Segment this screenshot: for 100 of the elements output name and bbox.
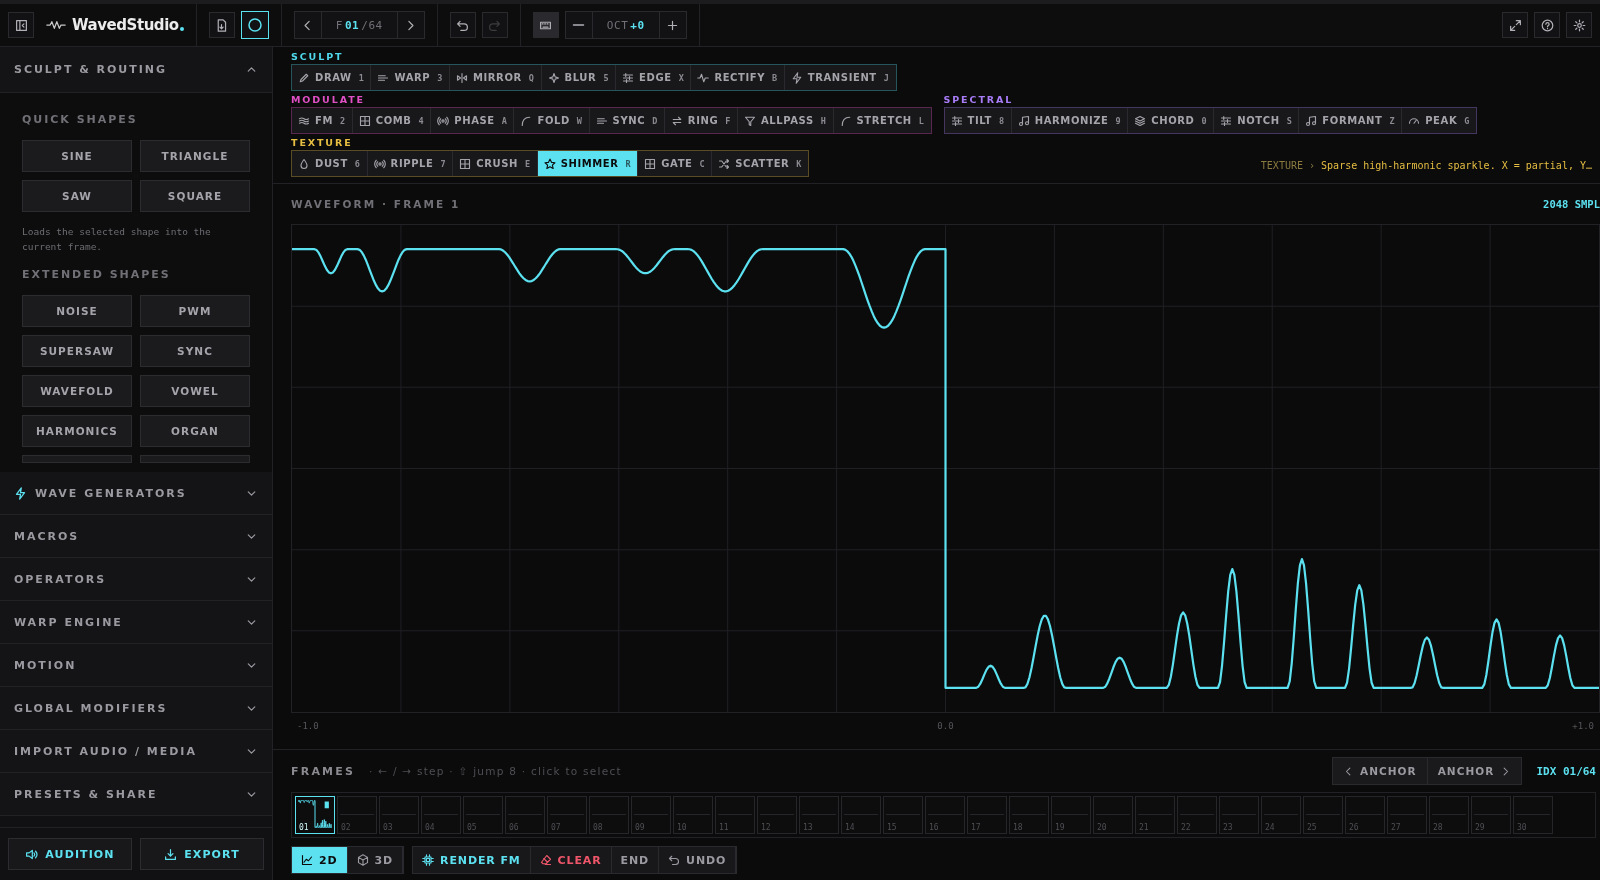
download-icon [164,847,178,861]
redo-icon [488,18,502,32]
grid-icon [358,114,371,127]
shape-button[interactable]: SUPERSAW [22,335,132,368]
tool-button[interactable]: HARMONIZE 9 [1011,108,1129,133]
line-chart-icon [301,854,313,866]
shape-button[interactable]: NOISE [22,295,132,328]
tool-button[interactable]: DRAW 1 [292,65,372,90]
tool-button[interactable]: SCATTER K [712,151,809,176]
chip-icon [422,854,435,866]
tool-button[interactable]: GATE C [638,151,713,176]
sliders-icon [950,114,963,127]
tool-button[interactable]: CHORD 0 [1128,108,1215,133]
settings-icon [1572,18,1586,32]
tool-button[interactable]: RECTIFY B [691,65,785,90]
section-header[interactable]: SCULPT & ROUTING [0,47,272,93]
tool-button[interactable]: NOTCH S [1214,108,1300,133]
circle-icon [246,17,263,33]
tool-group-label: SPECTRAL [943,94,1015,105]
shape-button[interactable]: VOWEL [140,375,250,408]
help-button[interactable] [1534,12,1560,38]
frame-thumbnail[interactable]: 01 [295,796,335,834]
tool-button[interactable]: MIRROR Q [449,65,542,90]
tool-group-label: SCULPT [291,51,345,62]
shape-button[interactable]: SYNC [140,335,250,368]
settings-button[interactable] [1566,12,1592,38]
sidebar-icon [14,18,28,32]
tool-button[interactable]: PHASE A [431,108,515,133]
keyboard-button[interactable] [532,12,559,38]
tool-button[interactable]: WARP 3 [371,65,450,90]
previous-anchor-button[interactable]: ANCHOR [1332,758,1428,784]
tool-button[interactable]: DUST 6 [292,151,368,176]
shape-button[interactable]: WAVEFOLD [22,375,132,408]
tool-button[interactable]: SYNC D [589,108,665,133]
fullscreen-button[interactable] [1502,12,1528,38]
axis-label: 0.0 [937,721,954,731]
curve-icon [520,114,533,127]
tool-button[interactable]: RING F [664,108,738,133]
audition-button[interactable]: AUDITION [8,838,132,870]
radio-waves-icon [373,157,386,170]
export-button[interactable]: EXPORT [140,838,264,870]
sample-count: 2048 SMPL [1543,198,1600,210]
end-button[interactable]: END [611,847,660,873]
tool-button[interactable]: RIPPLE 7 [367,151,454,176]
mirror-icon [455,71,468,84]
tool-button[interactable]: TILT 8 [944,108,1012,133]
shape-button[interactable]: ORGAN [140,415,250,448]
next-anchor-button[interactable]: ANCHOR [1427,758,1522,784]
app-logo: WavedStudio [72,16,179,34]
tool-button[interactable]: FORMANT Z [1299,108,1403,133]
undo-icon [456,18,470,32]
tool-button[interactable]: FM 2 [292,108,353,133]
pencil-icon [298,71,310,84]
waves-icon [298,114,310,127]
new-file-button[interactable] [208,12,235,38]
tool-button[interactable]: STRETCH L [833,108,931,133]
shape-button[interactable]: SQUARE [140,180,250,212]
tool-button[interactable]: TRANSIENT J [784,65,896,90]
music-note-icon [1017,114,1030,127]
sliders-icon [622,71,635,84]
tool-button[interactable]: PEAK G [1402,108,1476,133]
tool-button[interactable]: FOLD W [514,108,590,133]
clear-button[interactable]: CLEAR [530,847,612,873]
waveform-title: WAVEFORM · FRAME 1 [291,198,461,210]
star-icon [543,157,556,170]
undo-button[interactable] [449,12,476,38]
expand-icon [1508,18,1522,32]
layers-icon [1134,114,1147,127]
tool-button[interactable]: CRUSH E [453,151,538,176]
tool-button[interactable]: BLUR 5 [541,65,617,90]
view-mode-tab[interactable]: 3D [347,847,404,873]
render-button[interactable]: RENDER FM [413,847,531,873]
tool-button[interactable]: SHIMMER R [537,151,639,176]
tool-button[interactable]: EDGE X [616,65,692,90]
radio-waves-icon [437,114,450,127]
shape-button[interactable]: PWM [140,295,250,328]
music-note-icon [1305,114,1318,127]
pulse-icon [697,71,710,84]
funnel-icon [744,114,756,127]
speaker-icon [25,847,39,861]
frame-index: IDX 01/64 [1536,764,1596,778]
shape-button[interactable]: SINE [22,140,132,172]
tool-button[interactable]: COMB 4 [352,108,432,133]
tool-group-label: MODULATE [291,94,366,105]
grid-icon [644,157,657,170]
tool-description: TEXTURE › Sparse high-harmonic sparkle. X = partial, Y… [1260,160,1592,173]
minus-icon [572,24,586,26]
plus-icon [666,18,680,32]
shape-button[interactable]: SAW [22,180,132,212]
tool-button[interactable]: ALLPASS H [738,108,834,133]
circle-toggle-button[interactable] [240,11,269,39]
shape-button[interactable]: TRIANGLE [140,140,250,172]
undo-button[interactable]: UNDO [659,847,737,873]
view-mode-tab[interactable]: 2D [292,847,348,873]
shape-button[interactable]: HARMONICS [22,415,132,448]
shuffle-icon [718,157,731,170]
frames-hint: · ← / → step · ⇧ jump 8 · click to select [369,765,622,777]
sidebar-toggle-button[interactable] [8,12,34,38]
undo-icon [668,854,681,866]
bolt-icon [790,71,803,84]
